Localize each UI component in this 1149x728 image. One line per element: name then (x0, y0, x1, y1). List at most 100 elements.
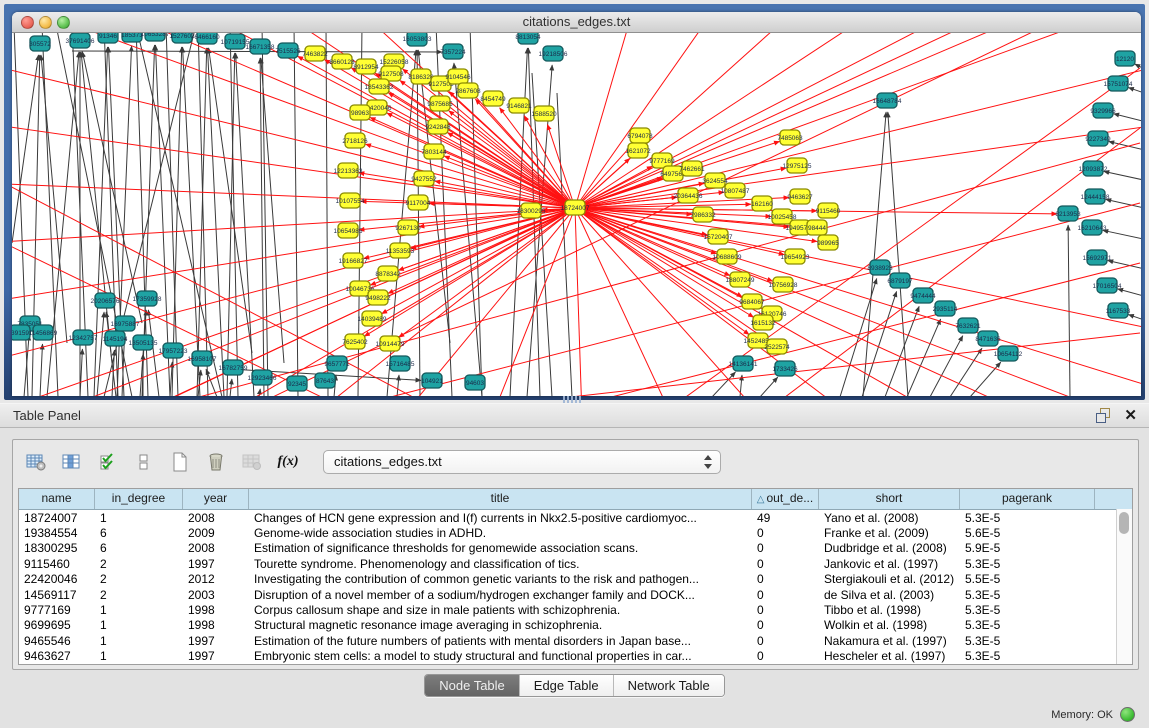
graph-node-label: 12923466 (248, 375, 277, 382)
graph-node-label: 7632621 (955, 323, 981, 330)
table-cell: 2008 (183, 541, 249, 555)
table-cell: 0 (752, 588, 819, 602)
select-all-checks-icon[interactable] (97, 451, 119, 473)
graph-node-label: 14136141 (729, 361, 758, 368)
graph-node-label: 7485063 (777, 135, 803, 142)
table-cell: Hescheler et al. (1997) (819, 649, 960, 663)
table-cell: 5.3E-5 (960, 603, 1095, 617)
graph-node-label: 15716485 (386, 361, 415, 368)
graph-node-label: 1527602 (169, 33, 195, 40)
graph-node-label: 7357224 (440, 49, 466, 56)
graph-node-label: 10914479 (376, 341, 405, 348)
vertical-scrollbar[interactable] (1116, 509, 1132, 664)
network-titlebar[interactable]: citations_edges.txt (12, 12, 1141, 33)
table-cell: 6 (95, 541, 183, 555)
graph-node-label: 7803144 (421, 149, 447, 156)
graph-node-label: 7515526 (275, 48, 301, 55)
graph-node-label: 37691406 (66, 38, 95, 45)
column-header-title[interactable]: title (249, 489, 752, 509)
graph-node-label: 15226058 (380, 59, 409, 66)
table-settings-icon[interactable] (25, 451, 47, 473)
graph-node-label: 91346 (99, 33, 117, 40)
table-body: 1872400712008Changes of HCN gene express… (19, 510, 1132, 664)
red-edge (447, 133, 575, 208)
tab-network-table[interactable]: Network Table (614, 675, 724, 696)
graph-node-label: 10807487 (721, 188, 750, 195)
delete-trash-icon[interactable] (205, 451, 227, 473)
column-header-out_de[interactable]: △out_de... (752, 489, 819, 509)
table-cell: 22420046 (19, 572, 95, 586)
black-edge (230, 379, 232, 396)
table-cell: Changes of HCN gene expression and I(f) … (249, 511, 752, 525)
float-window-icon[interactable] (1096, 408, 1111, 423)
tab-node-table[interactable]: Node Table (425, 675, 520, 696)
column-header-pagerank[interactable]: pagerank (960, 489, 1095, 509)
sort-ascending-icon: △ (757, 490, 765, 509)
table-cell: 0 (752, 526, 819, 540)
graph-node-label: 15720407 (704, 234, 733, 241)
graph-node-label: 9474444 (910, 293, 936, 300)
table-row[interactable]: 946362711997Embryonic stem cells: a mode… (19, 649, 1132, 664)
graph-node-label: 98444 (808, 225, 826, 232)
graph-node-label: 1733426 (772, 366, 798, 373)
column-header-in_degree[interactable]: in_degree (95, 489, 183, 509)
table-header-row: namein_degreeyeartitle△out_de...shortpag… (19, 489, 1132, 510)
black-edge (1068, 225, 1070, 396)
scrollbar-thumb[interactable] (1119, 512, 1129, 534)
panel-splitter-handle[interactable] (563, 396, 583, 403)
network-window: citations_edges.txt 18724007746382286601… (12, 12, 1141, 396)
column-header-short[interactable]: short (819, 489, 960, 509)
clear-checks-icon[interactable] (133, 451, 155, 473)
table-row[interactable]: 911546021997Tourette syndrome. Phenomeno… (19, 556, 1132, 571)
memory-status-label: Memory: OK (1051, 709, 1113, 721)
table-cell: Dudbridge et al. (2008) (819, 541, 960, 555)
table-cell: 18724007 (19, 511, 95, 525)
graph-node-label: 12444158 (1081, 194, 1110, 201)
graph-node-label: 19166827 (339, 258, 368, 265)
table-cell: 2 (95, 572, 183, 586)
network-select-combo[interactable]: citations_edges.txt (323, 450, 721, 474)
table-cell: 19384554 (19, 526, 95, 540)
table-cell: de Silva et al. (2003) (819, 588, 960, 602)
table-cell: 9463627 (19, 649, 95, 663)
table-row[interactable]: 977716911998Corpus callosum shape and si… (19, 602, 1132, 617)
black-edge (930, 336, 963, 396)
table-row[interactable]: 1938455462009Genome-wide association stu… (19, 525, 1132, 540)
table-cell: Corpus callosum shape and size in male p… (249, 603, 752, 617)
graph-node-label: 8213953 (1055, 211, 1081, 218)
graph-node-label: 9329966 (1090, 108, 1116, 115)
column-header-name[interactable]: name (19, 489, 95, 509)
graph-node-label: 16671358 (246, 44, 275, 51)
graph-node-label: 12342757 (69, 335, 98, 342)
new-document-icon[interactable] (169, 451, 191, 473)
column-header-year[interactable]: year (183, 489, 249, 509)
table-row[interactable]: 1456911722003Disruption of a novel membe… (19, 587, 1132, 602)
table-row[interactable]: 1872400712008Changes of HCN gene express… (19, 510, 1132, 525)
table-row[interactable]: 2242004622012Investigating the contribut… (19, 572, 1132, 587)
graph-node-label: 39159 (12, 330, 29, 337)
network-view-frame: citations_edges.txt 18724007746382286601… (4, 4, 1145, 400)
table-row[interactable]: 946554611997Estimation of the future num… (19, 633, 1132, 648)
table-row[interactable]: 969969511998Structural magnetic resonanc… (19, 618, 1132, 633)
show-columns-icon[interactable] (61, 451, 83, 473)
graph-node-label: 10107554 (336, 198, 365, 205)
table-cell: 5.6E-5 (960, 526, 1095, 540)
graph-node-label: 16782759 (219, 365, 248, 372)
network-graph-canvas[interactable]: 1872400774638228660128891295415226058912… (12, 33, 1141, 396)
tab-edge-table[interactable]: Edge Table (520, 675, 614, 696)
table-cell: 14569117 (19, 588, 95, 602)
function-builder-icon[interactable]: f(x) (277, 451, 299, 473)
table-row[interactable]: 1830029562008Estimation of significance … (19, 541, 1132, 556)
graph-node-label: 98963 (351, 110, 369, 117)
close-panel-icon[interactable]: ✕ (1124, 406, 1137, 424)
graph-node-label: 1167533 (1106, 308, 1131, 315)
graph-node-label: 16958107 (188, 356, 217, 363)
memory-status-indicator[interactable] (1120, 707, 1135, 722)
graph-node-label: 18807249 (726, 277, 755, 284)
table-cell: 0 (752, 572, 819, 586)
status-bar: Memory: OK (0, 702, 1149, 728)
table-cell: 6 (95, 526, 183, 540)
table-cell: 5.3E-5 (960, 588, 1095, 602)
graph-node-label: 10653287 (141, 33, 170, 38)
table-cell: 0 (752, 603, 819, 617)
